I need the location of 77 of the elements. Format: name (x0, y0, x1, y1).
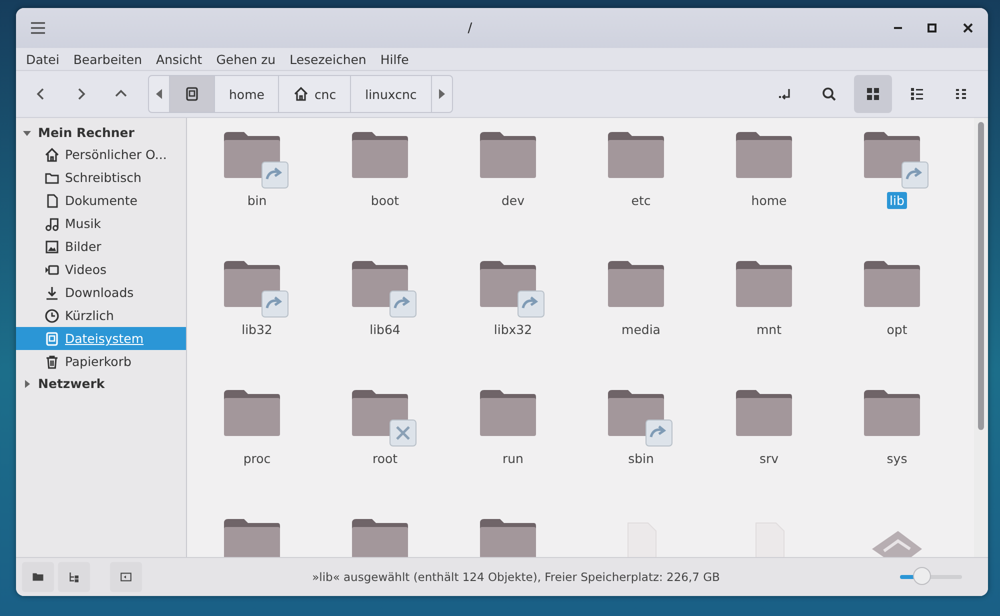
no-access-emblem-icon (390, 420, 416, 446)
minimize-icon (894, 27, 902, 29)
link-emblem-icon (390, 290, 416, 318)
sidebar-item[interactable]: Kürzlich (16, 304, 186, 327)
sidebar-item[interactable]: Persönlicher O... (16, 143, 186, 166)
path-segment[interactable]: cnc (279, 76, 352, 112)
link-emblem-icon (262, 290, 288, 318)
file-name[interactable]: libx32 (490, 321, 536, 338)
list-view-icon (909, 86, 925, 102)
menu-item[interactable]: Ansicht (150, 52, 208, 66)
file-name[interactable]: media (618, 321, 664, 338)
download-icon (44, 284, 60, 300)
link-emblem-icon (902, 162, 928, 188)
link-emblem-icon (646, 420, 672, 446)
tree-button[interactable] (58, 562, 90, 592)
file-name[interactable]: run (500, 450, 526, 467)
icon-view-icon (865, 86, 881, 102)
file-name[interactable]: lib64 (366, 321, 404, 338)
music-icon (44, 216, 60, 232)
file-name[interactable]: proc (240, 450, 274, 467)
image-icon (44, 238, 60, 254)
file-name[interactable]: boot (368, 192, 402, 209)
file-name[interactable]: srv (756, 450, 782, 467)
file-name[interactable]: dev (498, 192, 528, 209)
sidebar-item[interactable]: Schreibtisch (16, 166, 186, 189)
folder-icon (32, 571, 44, 583)
places-button[interactable] (22, 562, 54, 592)
file-name[interactable]: sys (884, 450, 910, 467)
return-arrow-icon (777, 86, 793, 102)
menu-item[interactable]: Bearbeiten (67, 52, 148, 66)
collapsed-triangle-icon[interactable] (22, 378, 32, 388)
compact-view-icon (953, 86, 969, 102)
sidebar-section-header: Netzwerk (38, 376, 105, 391)
sidebar-item[interactable]: Bilder (16, 235, 186, 258)
slider-thumb[interactable] (912, 567, 931, 585)
triangle-left-icon (155, 88, 163, 100)
sidebar-section-header: Mein Rechner (38, 125, 134, 140)
path-segment[interactable] (170, 76, 215, 112)
file-name[interactable]: sbin (625, 450, 657, 467)
path-segment[interactable]: linuxcnc (351, 76, 432, 112)
triangle-right-icon (438, 88, 446, 100)
sidebar-item[interactable]: Downloads (16, 281, 186, 304)
file-name[interactable]: bin (244, 192, 270, 209)
file-name[interactable]: etc (628, 192, 654, 209)
file-name[interactable]: opt (884, 321, 910, 338)
file-name[interactable]: mnt (754, 321, 784, 338)
sidebar-item[interactable]: Dokumente (16, 189, 186, 212)
menu-item[interactable]: Datei (20, 52, 66, 66)
toggle-sidebar-button[interactable] (110, 562, 142, 592)
home-icon (44, 146, 60, 162)
drive-icon (184, 86, 200, 102)
status-text: »lib« ausgewählt (enthält 124 Objekte), Freier Speicherplatz: 226,7 GB (311, 570, 721, 584)
maximize-icon (926, 22, 938, 34)
trash-icon (44, 354, 60, 370)
drive-icon (44, 330, 60, 346)
link-emblem-icon (262, 162, 288, 188)
search-icon (821, 86, 837, 102)
tree-icon (68, 571, 80, 583)
scrollbar-thumb[interactable] (978, 122, 984, 430)
link-emblem-icon (518, 290, 544, 318)
home-icon (293, 86, 310, 102)
sidebar-panel-icon (120, 571, 132, 583)
menu-icon (30, 20, 46, 36)
file-name[interactable]: root (369, 450, 401, 467)
file-name[interactable]: home (748, 192, 790, 209)
close-icon (962, 22, 974, 34)
menu-item[interactable]: Hilfe (374, 52, 415, 66)
path-segment[interactable]: home (215, 76, 280, 112)
icon-view-button[interactable] (854, 75, 892, 113)
window-title: / (466, 20, 474, 36)
sidebar-item[interactable]: Musik (16, 212, 186, 235)
sidebar-item[interactable]: Videos (16, 258, 186, 281)
file-name[interactable]: lib32 (238, 321, 276, 338)
menu-item[interactable]: Lesezeichen (284, 52, 372, 66)
menu-item[interactable]: Gehen zu (210, 52, 282, 66)
sidebar-item[interactable]: Papierkorb (16, 350, 186, 373)
clock-icon (44, 308, 60, 324)
